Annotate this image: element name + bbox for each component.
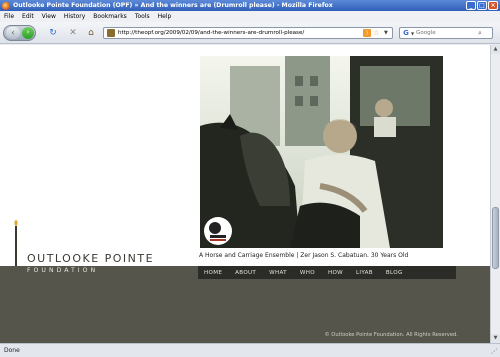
nav-how[interactable]: HOW [328,270,343,276]
menu-tools[interactable]: Tools [135,13,150,20]
resize-grip-icon[interactable]: ⋰ [491,348,499,356]
search-box[interactable]: G ▼ ⌕ [399,27,493,39]
url-bar[interactable]: http://theopf.org/2009/02/09/and-the-win… [103,27,393,39]
back-forward-group: ‹ › [3,25,36,41]
stop-icon[interactable]: ✕ [67,27,79,39]
nav-who[interactable]: WHO [300,270,315,276]
forward-icon[interactable]: › [22,27,34,39]
minimize-button[interactable]: _ [466,1,476,10]
firefox-icon [2,1,10,10]
window-title: Outlooke Pointe Foundation (OPF) » And t… [13,2,333,9]
menu-history[interactable]: History [64,13,85,20]
brand-sub-text: FOUNDATION [27,267,99,274]
vertical-scrollbar[interactable]: ▲ ▼ [490,45,500,343]
page-viewport: OUTLOOKE POINTE FOUNDATION A Horse and C… [0,45,490,343]
nav-home[interactable]: HOME [204,270,222,276]
scroll-down-icon[interactable]: ▼ [491,334,500,343]
close-button[interactable]: × [488,1,498,10]
status-text: Done [4,347,20,354]
brand-title: OUTLOOKE POINTE [27,252,154,265]
photo-caption: A Horse and Carriage Ensemble | Zer Jaso… [199,252,409,259]
nav-about[interactable]: ABOUT [235,270,256,276]
search-input[interactable] [416,30,478,36]
menu-help[interactable]: Help [158,13,172,20]
nav-blog[interactable]: BLOG [386,270,403,276]
site-favicon-icon [107,29,115,37]
url-dropdown-icon[interactable]: ▼ [384,28,392,38]
url-text[interactable]: http://theopf.org/2009/02/09/and-the-win… [118,30,363,36]
maximize-button[interactable]: □ [477,1,487,10]
home-icon[interactable]: ⌂ [85,27,97,39]
rss-icon[interactable]: ) [363,29,371,37]
brand-main-text: OUTLOOKE POINTE [27,252,155,265]
menu-file[interactable]: File [4,13,14,20]
menu-edit[interactable]: Edit [22,13,34,20]
magnifier-icon[interactable]: ⌕ [478,29,487,38]
menu-bar: File Edit View History Bookmarks Tools H… [0,11,500,22]
photo-illustration [200,56,443,248]
window-controls: _ □ × [466,1,498,10]
google-icon[interactable]: G [401,28,411,38]
candle-logo-icon [14,220,18,266]
menu-bookmarks[interactable]: Bookmarks [93,13,127,20]
scroll-up-icon[interactable]: ▲ [491,45,500,54]
copyright-text: © Outlooke Pointe Foundation. All Rights… [324,332,458,338]
reload-icon[interactable]: ↻ [47,27,59,39]
window-titlebar: Outlooke Pointe Foundation (OPF) » And t… [0,0,500,11]
navigation-toolbar: ‹ › ↻ ✕ ⌂ http://theopf.org/2009/02/09/a… [0,22,500,44]
star-icon[interactable]: ☆ [373,28,382,38]
status-bar: Done ⋰ [0,343,500,357]
site-navigation: HOME ABOUT WHAT WHO HOW LIYAB BLOG [198,266,456,279]
menu-view[interactable]: View [42,13,56,20]
opf-badge-icon [204,217,232,245]
nav-liyab[interactable]: LIYAB [356,270,373,276]
nav-what[interactable]: WHAT [269,270,287,276]
back-icon[interactable]: ‹ [6,27,20,39]
featured-photo [200,56,443,248]
scrollbar-thumb[interactable] [492,207,499,269]
